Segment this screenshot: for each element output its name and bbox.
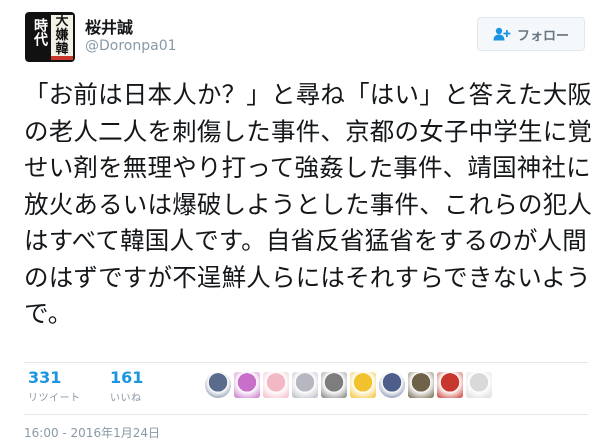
divider <box>24 362 588 363</box>
tweet-text: 「お前は日本人か？」と尋ね「はい」と答えた大阪の老人二人を刺傷した事件、京都の女… <box>24 80 593 328</box>
user-handle[interactable]: @Doronpa01 <box>85 38 177 54</box>
liker-avatar-4[interactable] <box>292 372 318 398</box>
liker-avatar-5[interactable] <box>321 372 347 398</box>
liker-avatar-6[interactable] <box>350 372 376 398</box>
follow-button[interactable]: フォロー <box>477 17 585 51</box>
liker-avatars <box>205 372 492 398</box>
display-name[interactable]: 桜井誠 <box>85 14 133 38</box>
liker-avatar-2[interactable] <box>234 372 260 398</box>
like-count: 161 <box>110 368 144 387</box>
liker-avatar-10[interactable] <box>466 372 492 398</box>
user-avatar[interactable]: 時代 大嫌韓 <box>25 12 75 62</box>
avatar-text-left: 時代 <box>32 18 48 46</box>
tweet-timestamp[interactable]: 16:00 - 2016年1月24日 <box>24 424 160 441</box>
liker-avatar-8[interactable] <box>408 372 434 398</box>
follow-label: フォロー <box>516 28 569 44</box>
liker-avatar-7[interactable] <box>379 372 405 398</box>
like-label: いいね <box>110 393 142 404</box>
retweet-count: 331 <box>28 368 62 387</box>
avatar-text-right: 大嫌韓 <box>51 15 73 59</box>
divider <box>24 414 588 415</box>
retweet-label: リツイート <box>28 393 81 404</box>
liker-avatar-3[interactable] <box>263 372 289 398</box>
like-stat[interactable]: 161 いいね <box>110 368 143 404</box>
liker-avatar-9[interactable] <box>437 372 463 398</box>
retweet-stat[interactable]: 331 リツイート <box>28 368 81 404</box>
avatar-accent <box>51 56 73 60</box>
add-user-icon <box>493 27 511 41</box>
liker-avatar-1[interactable] <box>205 372 231 398</box>
